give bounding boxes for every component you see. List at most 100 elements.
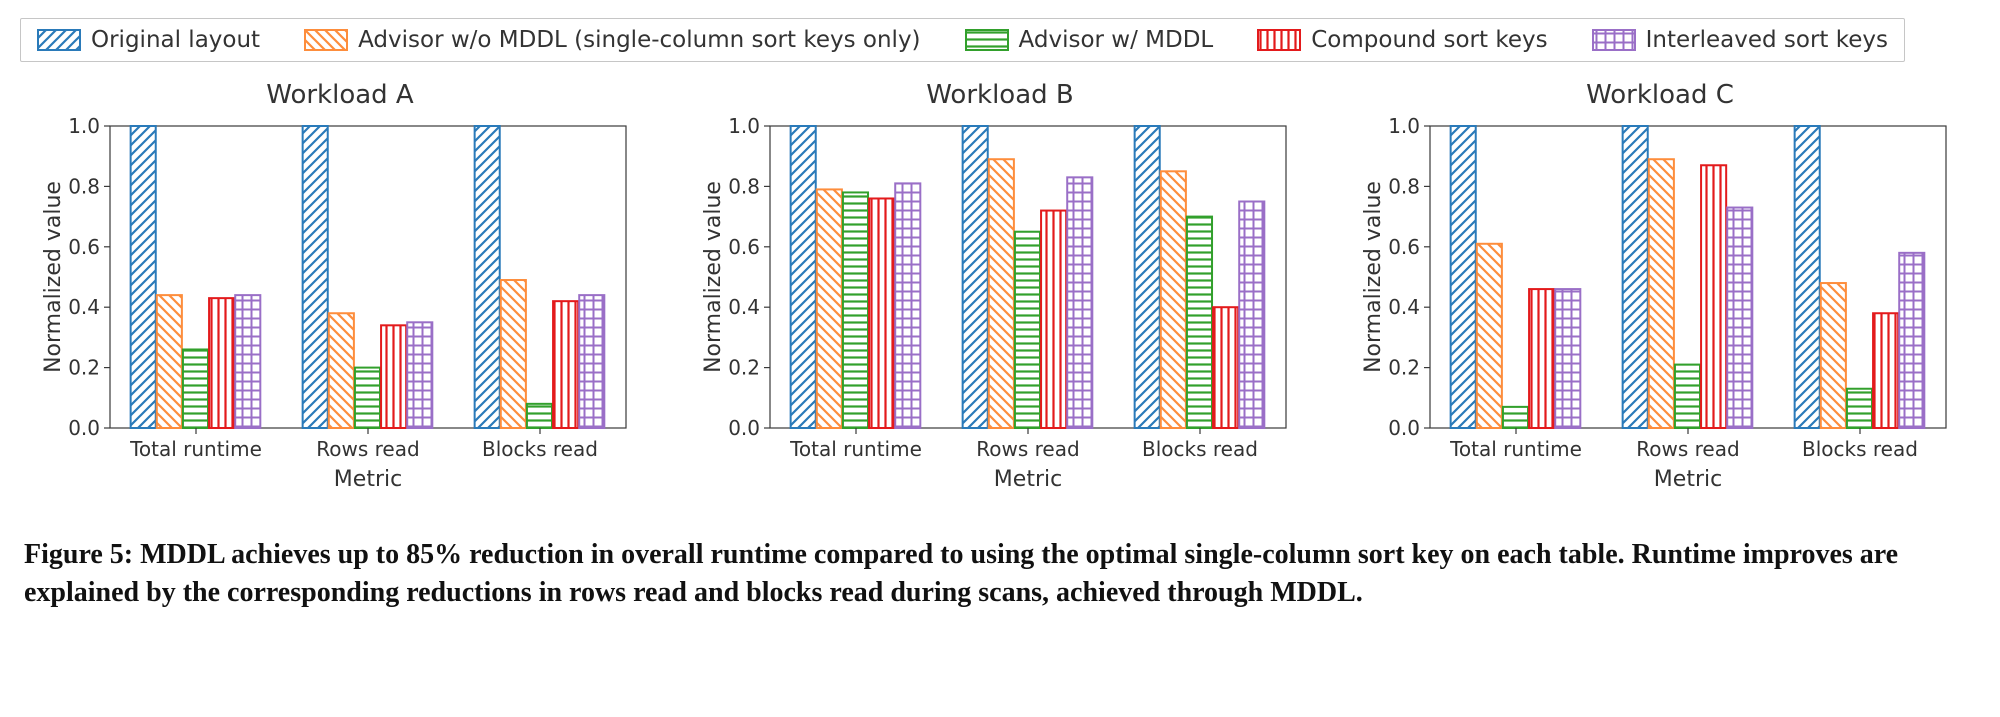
bar [1675, 365, 1700, 428]
bar [791, 126, 816, 428]
bar [1623, 126, 1648, 428]
bar-chart: 0.0 0.2 0.4 0.6 0.8 1.0 Normalized value Total … [40, 116, 640, 506]
legend-item-advisor-mddl: Advisor w/ MDDL [965, 27, 1214, 53]
svg-text:Metric: Metric [1654, 467, 1722, 492]
legend-label: Compound sort keys [1311, 27, 1547, 53]
bar [475, 126, 500, 428]
legend-swatch-icon [1257, 29, 1301, 51]
bar [1555, 289, 1580, 428]
svg-text:Rows read: Rows read [1636, 437, 1739, 461]
legend-label: Advisor w/ MDDL [1019, 27, 1214, 53]
bar [355, 368, 380, 428]
bar [1187, 217, 1212, 428]
bar [817, 189, 842, 428]
bar [501, 280, 526, 428]
bar [1701, 165, 1726, 428]
bar [869, 198, 894, 428]
svg-text:0.6: 0.6 [728, 235, 760, 259]
bar [989, 159, 1014, 428]
svg-text:0.2: 0.2 [728, 356, 760, 380]
bar [1649, 159, 1674, 428]
bar-chart: 0.0 0.2 0.4 0.6 0.8 1.0 Normalized value Total … [700, 116, 1300, 506]
svg-text:Blocks read: Blocks read [1142, 437, 1258, 461]
legend-label: Interleaved sort keys [1646, 27, 1888, 53]
bar [209, 298, 234, 428]
bar [1477, 244, 1502, 428]
bar [553, 301, 578, 428]
svg-text:0.8: 0.8 [1388, 174, 1420, 198]
bar [131, 126, 156, 428]
legend: Original layout Advisor w/o MDDL (single… [20, 18, 1905, 62]
bar [1041, 211, 1066, 428]
bar [1503, 407, 1528, 428]
svg-text:Metric: Metric [994, 467, 1062, 492]
bar [157, 295, 182, 428]
charts-row: Workload A 0.0 0.2 0.4 0.6 0.8 1.0 Normalized … [40, 76, 1960, 510]
chart-title: Workload C [1360, 80, 1960, 110]
bar [1529, 289, 1554, 428]
bar-chart: 0.00.20.40.60.81.0Normalized valueTotal … [1360, 116, 1960, 506]
bar [1213, 307, 1238, 428]
legend-item-compound: Compound sort keys [1257, 27, 1547, 53]
svg-text:Metric: Metric [334, 467, 402, 492]
svg-text:1.0: 1.0 [728, 116, 760, 138]
bar [183, 349, 208, 428]
svg-text:0.6: 0.6 [1388, 235, 1420, 259]
chart-workload-c: Workload C 0.00.20.40.60.81.0Normalized … [1360, 76, 1960, 510]
bar [1135, 126, 1160, 428]
bar [1795, 126, 1820, 428]
bar [1161, 171, 1186, 428]
bar [1015, 232, 1040, 428]
svg-text:Rows read: Rows read [316, 437, 419, 461]
legend-swatch-icon [965, 29, 1009, 51]
legend-swatch-icon [1592, 29, 1636, 51]
chart-workload-a: Workload A 0.0 0.2 0.4 0.6 0.8 1.0 Normalized … [40, 76, 640, 510]
svg-text:Total runtime: Total runtime [789, 437, 922, 461]
chart-title: Workload B [700, 80, 1300, 110]
bar [407, 322, 432, 428]
bar [1821, 283, 1846, 428]
legend-swatch-icon [37, 29, 81, 51]
bar [1899, 253, 1924, 428]
bar [1067, 177, 1092, 428]
legend-label: Original layout [91, 27, 260, 53]
svg-text:Rows read: Rows read [976, 437, 1079, 461]
bar [1727, 208, 1752, 428]
svg-text:0.8: 0.8 [68, 174, 100, 198]
bar [381, 325, 406, 428]
svg-text:Blocks read: Blocks read [482, 437, 598, 461]
svg-text:0.4: 0.4 [1388, 295, 1420, 319]
bar [1873, 313, 1898, 428]
legend-swatch-icon [304, 29, 348, 51]
bar [843, 192, 868, 428]
svg-text:Blocks read: Blocks read [1802, 437, 1918, 461]
svg-text:0.4: 0.4 [68, 295, 100, 319]
legend-label: Advisor w/o MDDL (single-column sort key… [358, 27, 920, 53]
bar [1451, 126, 1476, 428]
bar [895, 183, 920, 428]
chart-title: Workload A [40, 80, 640, 110]
svg-text:0.8: 0.8 [728, 174, 760, 198]
legend-item-interleaved: Interleaved sort keys [1592, 27, 1888, 53]
svg-text:1.0: 1.0 [68, 116, 100, 138]
legend-item-advisor-no-mddl: Advisor w/o MDDL (single-column sort key… [304, 27, 920, 53]
svg-text:Normalized value: Normalized value [41, 181, 66, 373]
legend-item-original: Original layout [37, 27, 260, 53]
svg-text:Total runtime: Total runtime [1449, 437, 1582, 461]
bar [527, 404, 552, 428]
svg-text:Total runtime: Total runtime [129, 437, 262, 461]
bar [329, 313, 354, 428]
bar [1847, 389, 1872, 428]
bar [235, 295, 260, 428]
svg-text:0.2: 0.2 [1388, 356, 1420, 380]
svg-text:1.0: 1.0 [1388, 116, 1420, 138]
svg-text:0.0: 0.0 [1388, 416, 1420, 440]
svg-text:0.0: 0.0 [728, 416, 760, 440]
svg-text:0.0: 0.0 [68, 416, 100, 440]
bar [1239, 202, 1264, 429]
chart-workload-b: Workload B 0.0 0.2 0.4 0.6 0.8 1.0 Normalized … [700, 76, 1300, 510]
svg-text:Normalized value: Normalized value [701, 181, 726, 373]
svg-text:0.2: 0.2 [68, 356, 100, 380]
svg-text:0.4: 0.4 [728, 295, 760, 319]
svg-text:0.6: 0.6 [68, 235, 100, 259]
